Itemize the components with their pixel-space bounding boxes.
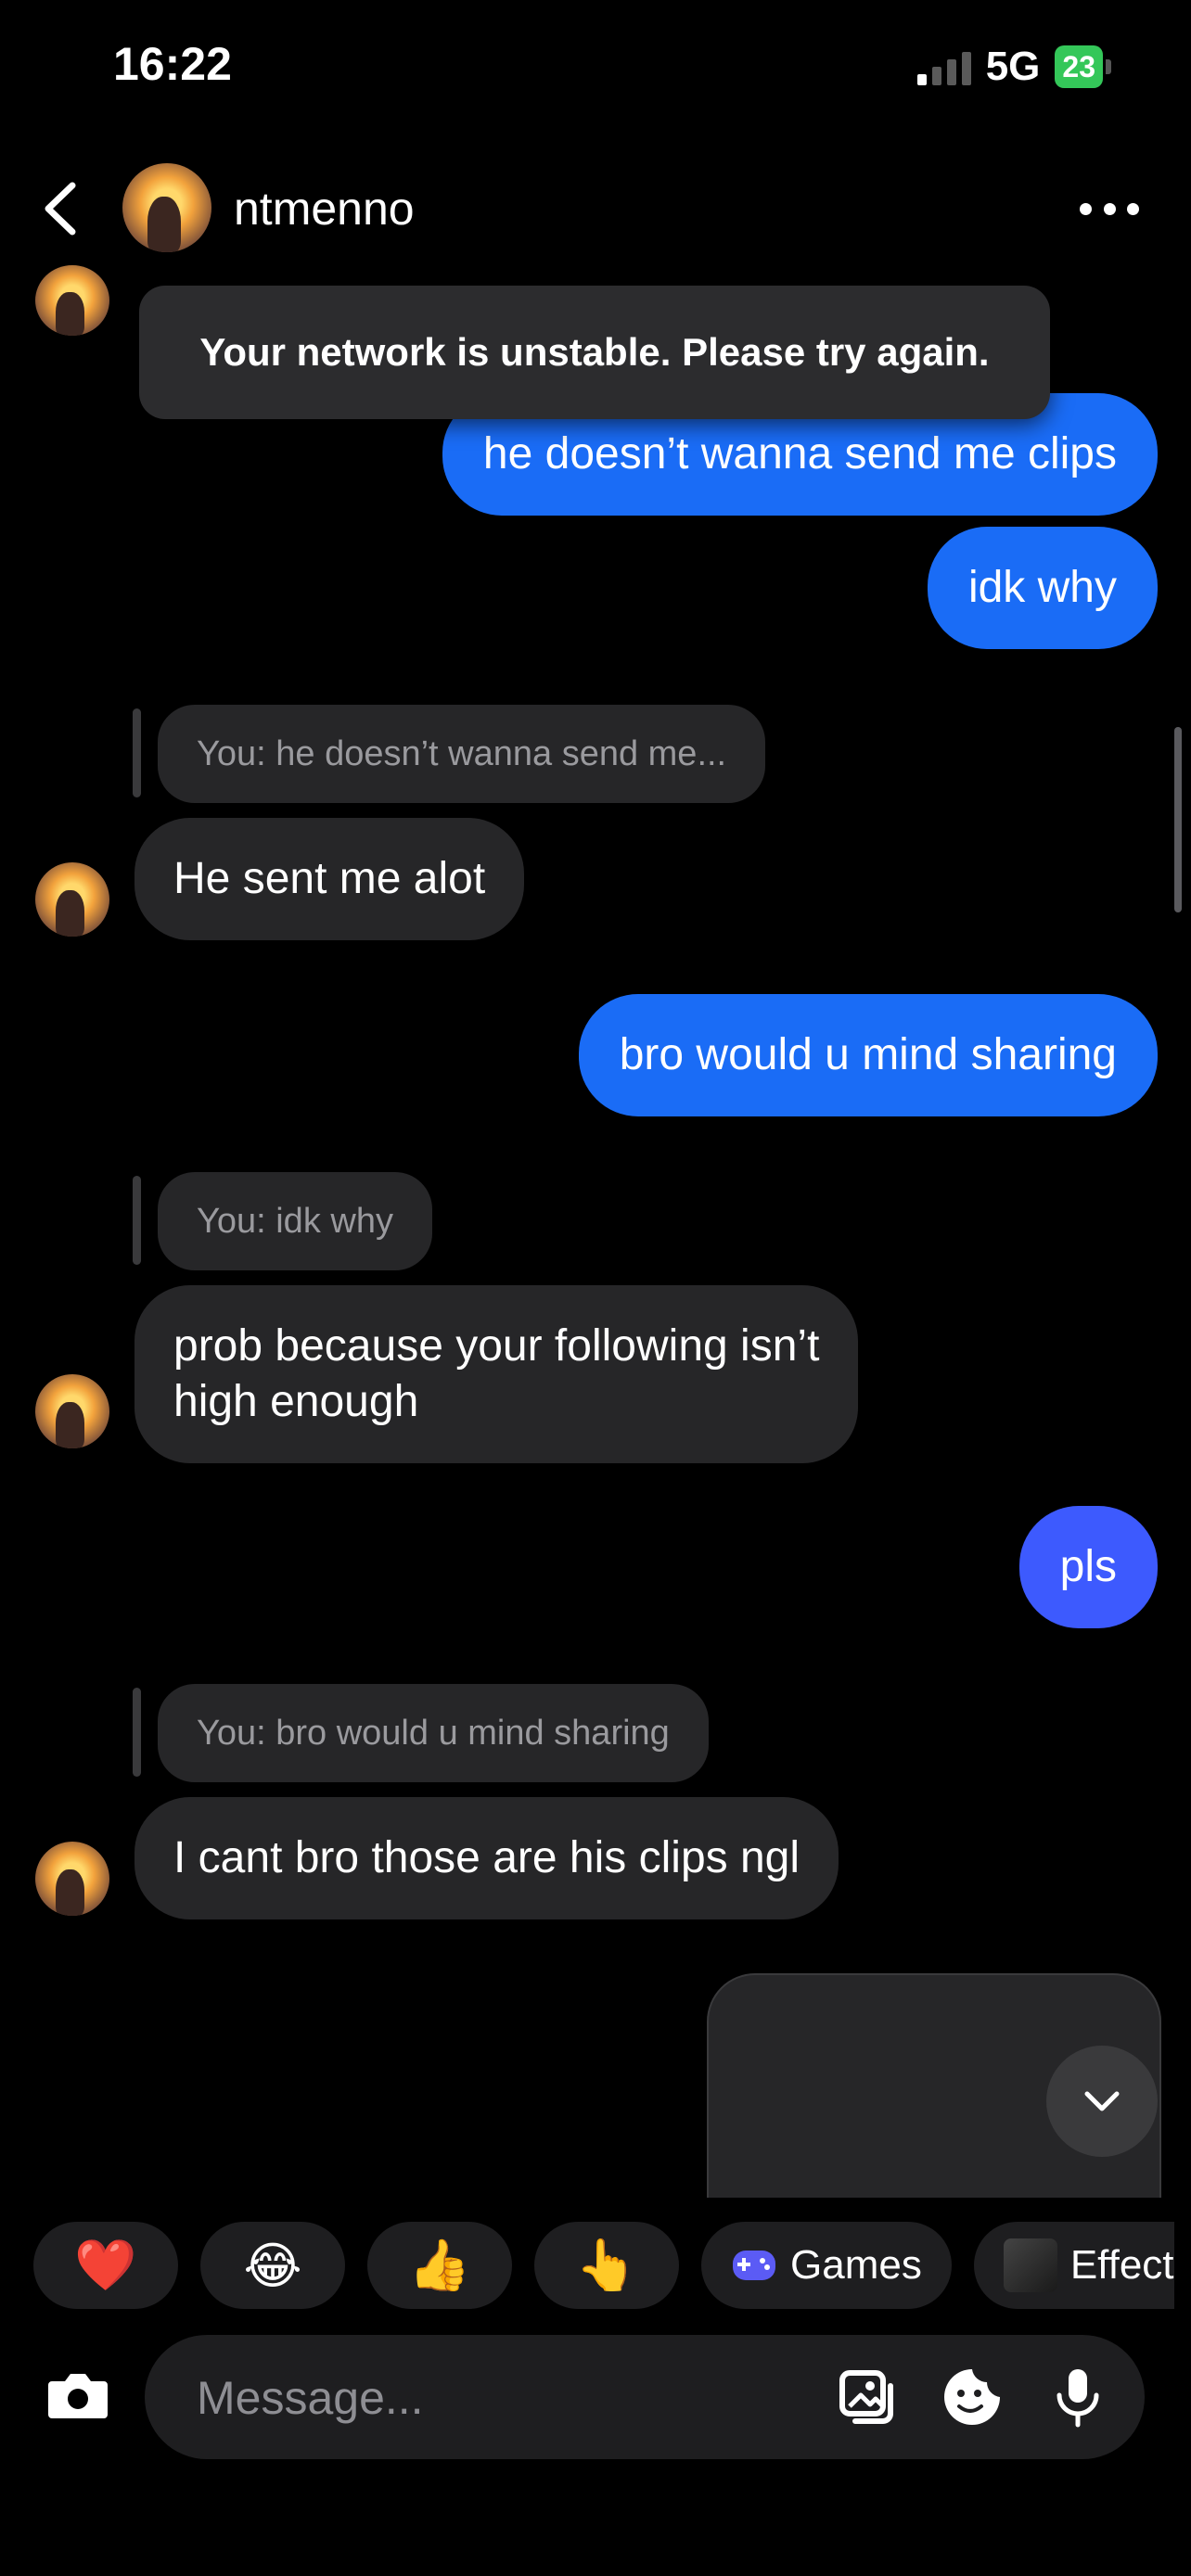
network-label: 5G xyxy=(985,44,1041,89)
gallery-icon[interactable] xyxy=(837,2366,900,2429)
message-composer xyxy=(145,2335,1145,2461)
chevron-down-icon xyxy=(1084,2091,1120,2111)
point-up-reaction-button[interactable]: 👆 xyxy=(534,2222,679,2309)
more-options-button[interactable] xyxy=(1080,185,1139,232)
heart-reaction-button[interactable]: ❤️ xyxy=(33,2222,178,2309)
message-input[interactable] xyxy=(195,2335,848,2461)
reply-preview[interactable]: You: idk why xyxy=(158,1172,432,1270)
reply-indicator xyxy=(133,1688,141,1777)
message-incoming[interactable]: He sent me alot xyxy=(134,818,525,940)
scrollbar[interactable] xyxy=(1174,727,1182,912)
status-icons: 5G 23 xyxy=(916,39,1111,95)
reply-preview[interactable]: You: bro would u mind sharing xyxy=(158,1684,709,1782)
gamepad-icon xyxy=(733,2251,775,2280)
network-error-toast: Your network is unstable. Please try aga… xyxy=(139,286,1050,419)
chevron-left-icon xyxy=(45,182,76,236)
contact-name[interactable]: ntmenno xyxy=(234,182,415,236)
camera-icon xyxy=(48,2374,108,2418)
reply-preview[interactable]: You: he doesn’t wanna send me... xyxy=(158,705,766,803)
message-incoming[interactable]: prob because your following isn’t high e… xyxy=(134,1285,859,1463)
games-label: Games xyxy=(790,2242,922,2288)
battery-icon: 23 xyxy=(1055,45,1111,88)
avatar[interactable] xyxy=(35,862,109,937)
microphone-icon[interactable] xyxy=(1046,2366,1109,2429)
thumbs-up-reaction-button[interactable]: 👍 xyxy=(367,2222,512,2309)
avatar xyxy=(35,265,109,336)
message-outgoing[interactable]: idk why xyxy=(927,527,1158,649)
avatar[interactable] xyxy=(35,1374,109,1448)
sticker-icon[interactable] xyxy=(941,2366,1004,2429)
laugh-reaction-button[interactable]: 😂 xyxy=(200,2222,345,2309)
scroll-to-bottom-button[interactable] xyxy=(1046,2046,1158,2157)
reply-indicator xyxy=(133,1176,141,1265)
message-outgoing[interactable]: pls xyxy=(1018,1506,1158,1628)
games-button[interactable]: Games xyxy=(701,2222,952,2309)
signal-icon xyxy=(916,48,971,85)
camera-button[interactable] xyxy=(43,2359,113,2429)
effects-label: Effect xyxy=(1069,2242,1174,2288)
status-time: 16:22 xyxy=(113,38,232,90)
effects-thumbnail-icon xyxy=(1003,2238,1057,2292)
avatar[interactable] xyxy=(35,1842,109,1916)
message-incoming[interactable]: I cant bro those are his clips ngl xyxy=(134,1797,839,1919)
message-line: high enough xyxy=(173,1377,419,1426)
message-outgoing[interactable]: bro would u mind sharing xyxy=(578,994,1158,1116)
effects-button[interactable]: Effect xyxy=(973,2222,1174,2309)
message-line: prob because your following isn’t xyxy=(173,1321,820,1371)
quick-reactions-row: ❤️ 😂 👍 👆 Games Effect xyxy=(33,2222,1174,2309)
battery-level: 23 xyxy=(1055,45,1103,88)
back-button[interactable] xyxy=(37,176,85,241)
reply-indicator xyxy=(133,708,141,797)
header-avatar[interactable] xyxy=(122,163,211,252)
